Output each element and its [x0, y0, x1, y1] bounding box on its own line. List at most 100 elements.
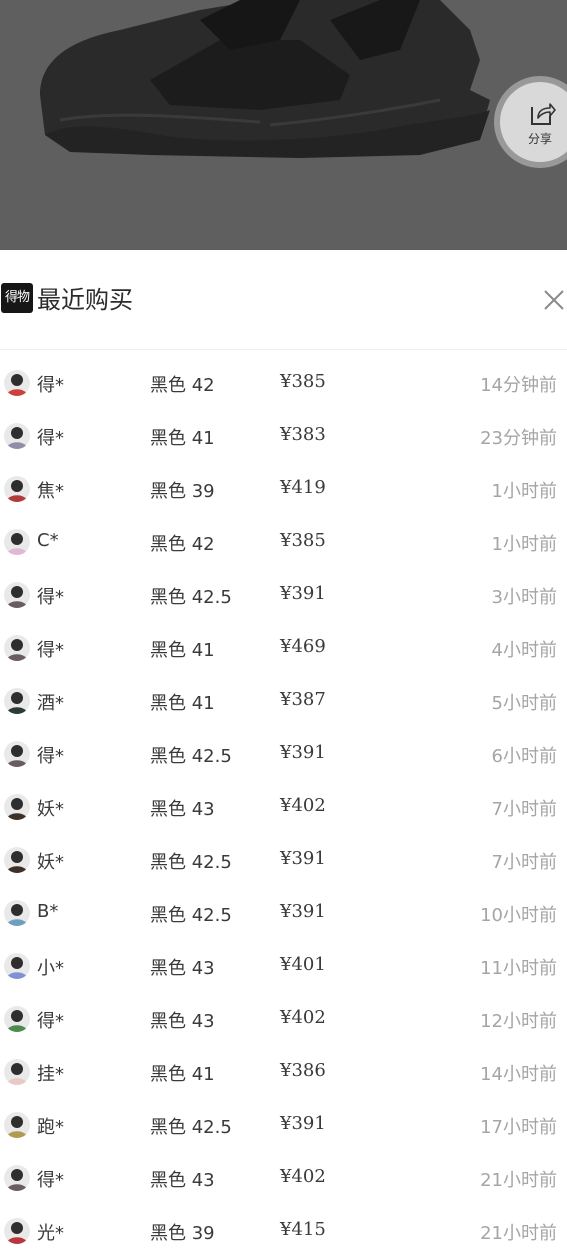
buyer-name: 光* — [37, 1223, 64, 1244]
buyer-name: C* — [37, 530, 59, 551]
share-label: 分享 — [528, 132, 553, 146]
time-label: 7小时前 — [491, 852, 557, 873]
avatar — [4, 953, 30, 979]
list-item: 焦* 黑色 39 ¥419 1小时前 — [0, 463, 567, 516]
time-label: 1小时前 — [491, 481, 557, 502]
share-icon — [531, 103, 556, 125]
variant-label: 黑色 42.5 — [150, 905, 232, 926]
avatar — [4, 635, 30, 661]
time-label: 3小时前 — [491, 587, 557, 608]
avatar — [4, 1218, 30, 1244]
list-item: 酒* 黑色 41 ¥387 5小时前 — [0, 675, 567, 728]
avatar — [4, 529, 30, 555]
list-item: 光* 黑色 39 ¥415 21小时前 — [0, 1205, 567, 1258]
price-label: ¥387 — [280, 689, 326, 710]
price-label: ¥415 — [280, 1219, 326, 1240]
app-logo: 得物 — [1, 283, 33, 313]
variant-label: 黑色 39 — [150, 1223, 215, 1244]
variant-label: 黑色 43 — [150, 958, 215, 979]
price-label: ¥383 — [280, 424, 326, 445]
avatar — [4, 794, 30, 820]
buyer-name: 妖* — [37, 852, 64, 873]
close-icon[interactable] — [544, 290, 564, 310]
time-label: 14分钟前 — [480, 375, 557, 396]
list-item: 跑* 黑色 42.5 ¥391 17小时前 — [0, 1099, 567, 1152]
price-label: ¥402 — [280, 1007, 326, 1028]
product-image: 分享 — [0, 0, 567, 250]
buyer-name: 酒* — [37, 693, 64, 714]
avatar — [4, 1112, 30, 1138]
shoe-image — [40, 0, 490, 158]
avatar — [4, 1165, 30, 1191]
variant-label: 黑色 43 — [150, 799, 215, 820]
sheet-header: 得物 最近购买 — [0, 250, 567, 350]
price-label: ¥391 — [280, 1113, 326, 1134]
time-label: 11小时前 — [480, 958, 557, 979]
variant-label: 黑色 42 — [150, 534, 215, 555]
price-label: ¥391 — [280, 848, 326, 869]
recent-purchases-sheet: 得物 最近购买 得* 黑色 42 ¥385 14分钟前 得* 黑色 41 ¥383 23分钟前… — [0, 250, 567, 1245]
avatar — [4, 900, 30, 926]
variant-label: 黑色 42.5 — [150, 746, 232, 767]
avatar — [4, 423, 30, 449]
buyer-name: 小* — [37, 958, 64, 979]
buyer-name: 得* — [37, 428, 64, 449]
time-label: 21小时前 — [480, 1170, 557, 1191]
list-item: 妖* 黑色 42.5 ¥391 7小时前 — [0, 834, 567, 887]
price-label: ¥386 — [280, 1060, 326, 1081]
time-label: 21小时前 — [480, 1223, 557, 1244]
avatar — [4, 476, 30, 502]
buyer-name: 得* — [37, 1011, 64, 1032]
price-label: ¥391 — [280, 901, 326, 922]
price-label: ¥469 — [280, 636, 326, 657]
buyer-name: 焦* — [37, 481, 64, 502]
avatar — [4, 1059, 30, 1085]
purchase-list: 得* 黑色 42 ¥385 14分钟前 得* 黑色 41 ¥383 23分钟前 焦* 黑色 39 ¥… — [0, 357, 567, 1258]
list-item: 得* 黑色 42 ¥385 14分钟前 — [0, 357, 567, 410]
variant-label: 黑色 41 — [150, 693, 215, 714]
price-label: ¥391 — [280, 742, 326, 763]
price-label: ¥419 — [280, 477, 326, 498]
list-item: 得* 黑色 41 ¥383 23分钟前 — [0, 410, 567, 463]
sheet-title: 最近购买 — [37, 286, 133, 314]
variant-label: 黑色 41 — [150, 428, 215, 449]
list-item: 得* 黑色 42.5 ¥391 3小时前 — [0, 569, 567, 622]
price-label: ¥391 — [280, 583, 326, 604]
avatar — [4, 370, 30, 396]
buyer-name: 跑* — [37, 1117, 64, 1138]
list-item: 得* 黑色 43 ¥402 12小时前 — [0, 993, 567, 1046]
list-item: C* 黑色 42 ¥385 1小时前 — [0, 516, 567, 569]
avatar — [4, 582, 30, 608]
variant-label: 黑色 42.5 — [150, 852, 232, 873]
list-item: B* 黑色 42.5 ¥391 10小时前 — [0, 887, 567, 940]
avatar — [4, 688, 30, 714]
time-label: 4小时前 — [491, 640, 557, 661]
list-item: 得* 黑色 41 ¥469 4小时前 — [0, 622, 567, 675]
time-label: 7小时前 — [491, 799, 557, 820]
time-label: 10小时前 — [480, 905, 557, 926]
buyer-name: 得* — [37, 746, 64, 767]
time-label: 17小时前 — [480, 1117, 557, 1138]
buyer-name: 得* — [37, 640, 64, 661]
variant-label: 黑色 42.5 — [150, 1117, 232, 1138]
price-label: ¥385 — [280, 530, 326, 551]
list-item: 得* 黑色 42.5 ¥391 6小时前 — [0, 728, 567, 781]
time-label: 12小时前 — [480, 1011, 557, 1032]
time-label: 6小时前 — [491, 746, 557, 767]
list-item: 得* 黑色 43 ¥402 21小时前 — [0, 1152, 567, 1205]
variant-label: 黑色 42 — [150, 375, 215, 396]
time-label: 14小时前 — [480, 1064, 557, 1085]
variant-label: 黑色 43 — [150, 1011, 215, 1032]
avatar — [4, 847, 30, 873]
avatar — [4, 1006, 30, 1032]
variant-label: 黑色 42.5 — [150, 587, 232, 608]
time-label: 1小时前 — [491, 534, 557, 555]
price-label: ¥402 — [280, 795, 326, 816]
buyer-name: 妖* — [37, 799, 64, 820]
buyer-name: 挂* — [37, 1064, 64, 1085]
list-item: 妖* 黑色 43 ¥402 7小时前 — [0, 781, 567, 834]
time-label: 23分钟前 — [480, 428, 557, 449]
variant-label: 黑色 41 — [150, 1064, 215, 1085]
buyer-name: 得* — [37, 587, 64, 608]
buyer-name: B* — [37, 901, 59, 922]
